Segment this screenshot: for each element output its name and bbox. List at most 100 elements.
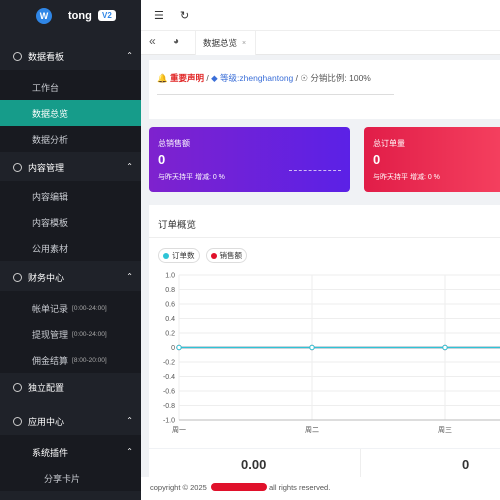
submenu: 帐单记录 [0:00-24:00] 提现管理 [0:00-24:00] 佣金结算… [0, 291, 141, 373]
separator: / [206, 73, 209, 83]
sidebar-item-content-edit[interactable]: 内容编辑 [0, 183, 141, 209]
sidebar-item-label: 系统插件 [32, 447, 69, 458]
footer: copyright © 2025 all rights reserved. [141, 477, 500, 500]
sidebar-item-data-analysis[interactable]: 数据分析 [0, 126, 141, 152]
y-tick-label: 0 [171, 345, 175, 352]
sidebar: W tong V2 数据看板 ⌃ 工作台 数据总览 数据分析 内容管理 ⌃ 内容… [0, 0, 141, 500]
sidebar-item-label: 佣金结算 [32, 355, 69, 366]
y-tick-label: -0.8 [163, 403, 175, 410]
sidebar-item-bill-records[interactable]: 帐单记录 [0:00-24:00] [0, 295, 141, 321]
gear-icon [13, 162, 22, 172]
sidebar-item-label: 提现管理 [32, 329, 69, 340]
legend-item-sales[interactable]: 销售额 [205, 248, 247, 263]
sidebar-item-share-card[interactable]: 分享卡片 [0, 465, 141, 491]
y-tick-label: 0.4 [165, 316, 175, 323]
time-range: [8:00-20:00] [72, 356, 107, 364]
y-tick-label: 0.6 [165, 302, 175, 309]
total-orders-card: 总订单量 0 与昨天持平 增减: 0 % [364, 127, 500, 192]
data-point [442, 344, 448, 351]
close-icon[interactable]: × [242, 40, 246, 47]
menu-group-header-content[interactable]: 内容管理 ⌃ [0, 153, 141, 181]
y-tick-label: -0.6 [163, 389, 175, 396]
notice-panel: 🔔 重要声明 / ◆ 等级:zhenghantong / ☉ 分销比例: 100… [149, 60, 500, 119]
card-title: 总销售额 [158, 139, 190, 148]
panel-title: 订单概览 [158, 220, 197, 231]
card-value: 0 [373, 152, 381, 167]
level-text: 等级:zhenghantong [220, 73, 294, 83]
y-tick-label: -0.4 [163, 374, 175, 381]
tab-data-overview[interactable]: 数据总览 × [195, 31, 256, 55]
x-tick-label: 周一 [172, 426, 186, 434]
stat-sales-value: 0.00 [241, 457, 267, 472]
data-point [176, 344, 182, 351]
menu-group-standalone: 独立配置 [0, 373, 141, 401]
chevron-up-icon: ⌃ [126, 162, 133, 171]
legend-item-orders[interactable]: 订单数 [158, 248, 200, 263]
submenu: 内容编辑 内容模板 公用素材 [0, 181, 141, 261]
sidebar-item-withdraw[interactable]: 提现管理 [0:00-24:00] [0, 321, 141, 347]
menu-group-label: 财务中心 [28, 272, 65, 283]
sidebar-item-standalone-config[interactable]: 独立配置 [0, 373, 141, 401]
chart-legend: 订单数 销售额 [158, 248, 247, 263]
chevron-up-icon: ⌃ [126, 416, 133, 425]
divider [360, 449, 361, 477]
chevron-up-icon: ⌃ [126, 51, 133, 60]
sidebar-item-workbench[interactable]: 工作台 [0, 74, 141, 100]
ratio-text: 分销比例: 100% [310, 73, 371, 83]
copyright-suffix: all rights reserved. [269, 483, 331, 492]
sidebar-item-system-plugins[interactable]: 系统插件 ⌃ [0, 439, 141, 465]
y-tick-label: -0.2 [163, 360, 175, 367]
menu-group-header-apps[interactable]: 应用中心 ⌃ [0, 407, 141, 435]
bell-icon: 🔔 [157, 73, 168, 83]
y-tick-label: 0.8 [165, 287, 175, 294]
diamond-icon: ◆ [211, 73, 218, 83]
sidebar-item-public-material[interactable]: 公用素材 [0, 235, 141, 261]
order-overview-panel: 订单概览 订单数 销售额 1.0 0.8 0.6 0.4 0.2 0 -0.2 -0.4 -0.… [149, 205, 500, 448]
menu-group-finance: 财务中心 ⌃ 帐单记录 [0:00-24:00] 提现管理 [0:00-24:0… [0, 263, 141, 373]
double-chevron-left-icon[interactable]: « [149, 34, 156, 48]
chevron-up-icon: ⌃ [126, 447, 133, 456]
legend-label: 订单数 [172, 251, 195, 260]
menu-group-header-finance[interactable]: 财务中心 ⌃ [0, 263, 141, 291]
menu-group-dashboard: 数据看板 ⌃ 工作台 数据总览 数据分析 [0, 42, 141, 152]
menu-group-label: 应用中心 [28, 416, 65, 427]
legend-dot [210, 252, 217, 259]
copyright-prefix: copyright © 2025 [150, 483, 207, 492]
legend-dot [163, 252, 169, 259]
notice-label[interactable]: 重要声明 [170, 73, 204, 83]
order-line-chart: 1.0 0.8 0.6 0.4 0.2 0 -0.2 -0.4 -0.6 -0.8 -1.0周一 周二… [163, 273, 500, 434]
submenu: 系统插件 ⌃ 分享卡片 [0, 435, 141, 491]
menu-group-label: 内容管理 [28, 162, 65, 173]
sidebar-item-label: 帐单记录 [32, 303, 69, 314]
time-range: [0:00-24:00] [72, 330, 107, 338]
location-icon: ☉ [300, 73, 309, 83]
legend-label: 销售额 [219, 251, 243, 260]
menu-group-header-dashboard[interactable]: 数据看板 ⌃ [0, 42, 141, 70]
dashboard-icon [13, 51, 22, 61]
home-dashboard-icon[interactable]: ◕ [173, 36, 179, 47]
x-tick-label: 周三 [438, 426, 452, 434]
card-value: 0 [158, 152, 166, 167]
sidebar-item-data-overview[interactable]: 数据总览 [0, 100, 141, 126]
menu-group-label: 独立配置 [28, 382, 65, 393]
card-compare: 与昨天持平 增减: 0 % [158, 174, 225, 181]
tab-label: 数据总览 [203, 38, 238, 48]
stat-orders-value: 0 [462, 457, 470, 472]
tab-bar: « ◕ 数据总览 × [141, 31, 500, 55]
y-tick-label: -1.0 [163, 418, 175, 425]
sidebar-item-content-template[interactable]: 内容模板 [0, 209, 141, 235]
time-range: [0:00-24:00] [72, 304, 107, 312]
stats-row: 0.00 0 [149, 449, 500, 477]
refresh-icon[interactable]: ↻ [180, 9, 189, 22]
redaction-mark [211, 483, 267, 491]
y-tick-label: 0.2 [165, 331, 175, 338]
card-compare: 与昨天持平 增减: 0 % [373, 174, 440, 181]
sidebar-item-commission[interactable]: 佣金结算 [8:00-20:00] [0, 347, 141, 373]
chevron-up-icon: ⌃ [126, 272, 133, 281]
divider [157, 94, 394, 95]
y-tick-label: 1.0 [165, 273, 175, 280]
menu-group-apps: 应用中心 ⌃ 系统插件 ⌃ 分享卡片 [0, 407, 141, 491]
brand-name: tong [68, 10, 92, 22]
logo-icon: W [36, 8, 52, 24]
menu-fold-icon[interactable]: ☰ [154, 9, 164, 22]
